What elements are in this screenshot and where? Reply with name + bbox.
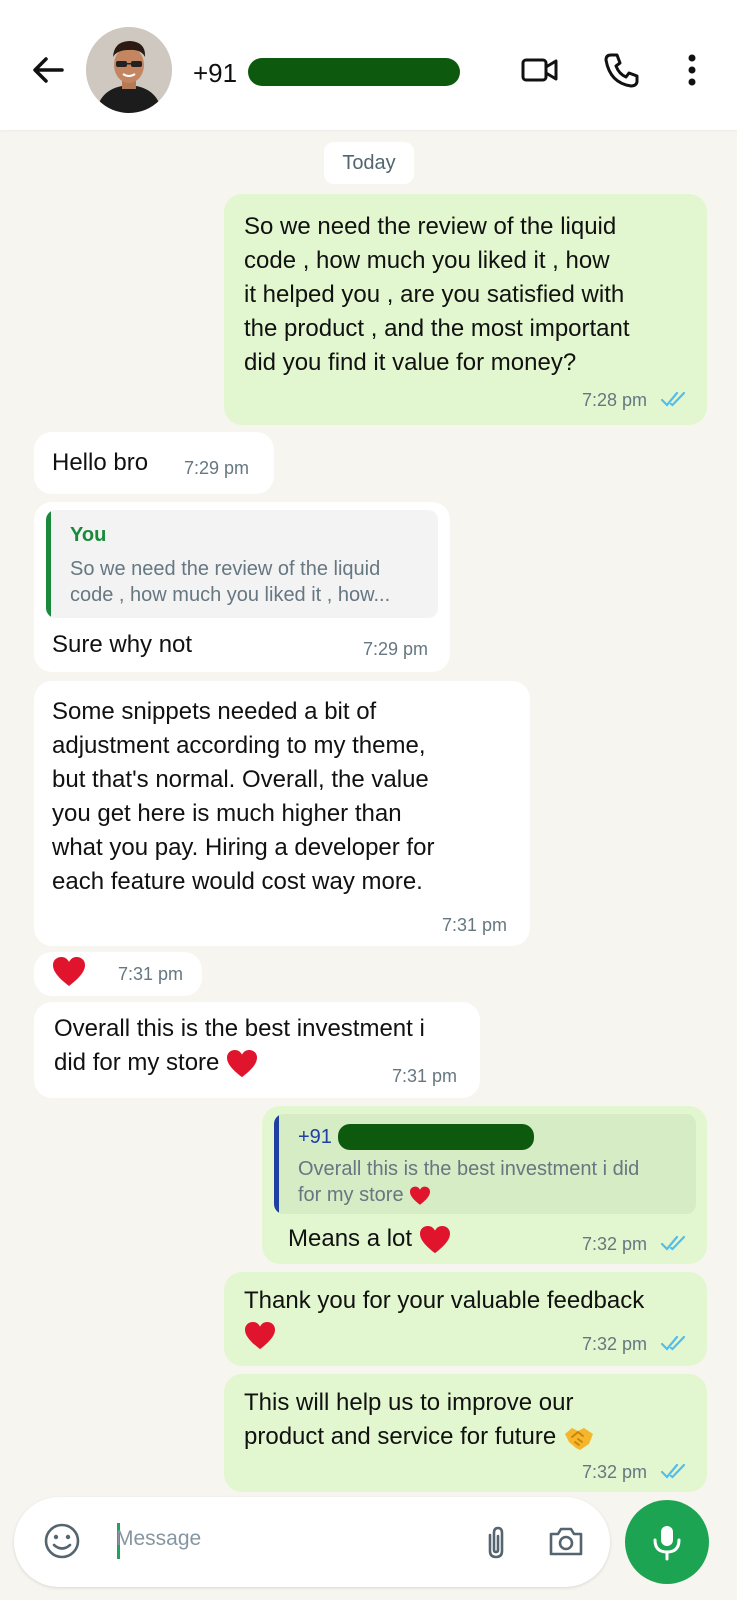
message-text: Some snippets needed a bit of adjustment… (52, 695, 522, 899)
message-line: Overall this is the best investment i (54, 1015, 425, 1042)
avatar[interactable] (86, 27, 172, 113)
avatar-image (86, 27, 172, 113)
message-time: 7:29 pm (184, 458, 250, 478)
message-line: what you pay. Hiring a developer for (52, 834, 435, 861)
phone-icon[interactable] (602, 50, 642, 90)
quote-bar (46, 510, 51, 618)
message-line: code , how much you liked it , how (244, 247, 610, 274)
message-line-with-emoji: product and service for future (244, 1420, 694, 1454)
message-line: adjustment according to my theme, (52, 732, 426, 759)
message-line: So we need the review of the liquid (244, 213, 617, 240)
message-line: Some snippets needed a bit of (52, 698, 377, 725)
message-composer[interactable]: Message (14, 1497, 610, 1587)
redaction-mark (338, 1124, 534, 1150)
attach-icon[interactable] (476, 1523, 516, 1563)
quoted-message[interactable]: +91 Overall this is the best investment … (274, 1114, 696, 1214)
message-time: 7:31 pm (118, 964, 184, 984)
contact-name[interactable]: +91 (193, 58, 237, 89)
red-heart-emoji (227, 1049, 258, 1077)
message-line: you get here is much higher than (52, 800, 402, 827)
message-text: Means a lot (288, 1225, 413, 1252)
message-time: 7:28 pm (582, 390, 648, 410)
quote-author: You (70, 524, 107, 546)
quote-author: +91 (298, 1126, 332, 1148)
red-heart-emoji (245, 1321, 275, 1349)
quote-line: code , how much you liked it , how... (70, 584, 391, 606)
quoted-message[interactable]: You So we need the review of the liquid … (46, 510, 438, 618)
message-bubble-incoming[interactable]: You So we need the review of the liquid … (34, 502, 450, 672)
message-time: 7:31 pm (442, 915, 508, 935)
mic-icon (653, 1526, 681, 1561)
message-line: the product , and the most important (244, 315, 630, 342)
read-receipt-icon (660, 1235, 686, 1251)
quote-bar (274, 1114, 279, 1214)
message-line: did for my store (54, 1049, 220, 1076)
chat-header: +91 (0, 0, 737, 130)
redaction-mark (248, 58, 460, 86)
mic-button[interactable] (625, 1500, 709, 1584)
message-bubble-outgoing[interactable]: Thank you for your valuable feedback 7:3… (224, 1272, 707, 1366)
red-heart-emoji (410, 1186, 431, 1205)
quote-line: Overall this is the best investment i di… (298, 1158, 640, 1180)
quote-line-with-emoji: for my store (298, 1182, 639, 1208)
message-text: Hello bro (52, 449, 149, 476)
message-time: 7:32 pm (582, 1462, 648, 1482)
quote-text: Overall this is the best investment i di… (298, 1156, 639, 1208)
quote-line: So we need the review of the liquid (70, 558, 381, 580)
message-bubble-incoming[interactable]: Overall this is the best investment i di… (34, 1002, 480, 1098)
camera-icon[interactable] (546, 1521, 586, 1561)
message-line: each feature would cost way more. (52, 868, 423, 895)
quote-text: So we need the review of the liquid code… (70, 556, 390, 608)
back-arrow-icon[interactable] (28, 50, 68, 90)
message-bubble-outgoing[interactable]: This will help us to improve our product… (224, 1374, 707, 1492)
message-text: This will help us to improve our product… (244, 1386, 694, 1454)
message-input[interactable]: Message (116, 1527, 201, 1551)
more-vertical-icon[interactable] (672, 50, 712, 90)
red-heart-emoji (419, 1225, 450, 1253)
message-time: 7:31 pm (392, 1066, 458, 1086)
message-text: Sure why not (52, 631, 193, 658)
read-receipt-icon (660, 1335, 686, 1351)
message-line: it helped you , are you satisfied with (244, 281, 625, 308)
read-receipt-icon (660, 1463, 686, 1479)
handshake-emoji (564, 1427, 593, 1450)
message-time: 7:32 pm (582, 1334, 648, 1354)
video-call-icon[interactable] (520, 50, 560, 90)
message-text: So we need the review of the liquid code… (244, 210, 694, 380)
message-line: did you find it value for money? (244, 349, 577, 376)
message-text-with-emoji: Means a lot (288, 1222, 451, 1256)
read-receipt-icon (660, 391, 686, 407)
message-line: Thank you for your valuable feedback (244, 1287, 645, 1314)
emoji-icon[interactable] (42, 1521, 82, 1561)
message-line: but that's normal. Overall, the value (52, 766, 429, 793)
message-line: This will help us to improve our (244, 1389, 574, 1416)
message-bubble-incoming[interactable]: Some snippets needed a bit of adjustment… (34, 681, 530, 946)
message-bubble-incoming[interactable]: Hello bro 7:29 pm (34, 432, 274, 494)
red-heart-emoji (53, 957, 85, 986)
message-bubble-outgoing[interactable]: So we need the review of the liquid code… (224, 194, 707, 425)
message-bubble-outgoing[interactable]: +91 Overall this is the best investment … (262, 1106, 707, 1264)
message-line: product and service for future (244, 1423, 557, 1450)
quote-line: for my store (298, 1184, 404, 1206)
date-separator: Today (324, 142, 414, 184)
message-time: 7:29 pm (363, 639, 429, 659)
message-bubble-incoming[interactable]: 7:31 pm (34, 952, 202, 996)
message-time: 7:32 pm (582, 1234, 648, 1254)
